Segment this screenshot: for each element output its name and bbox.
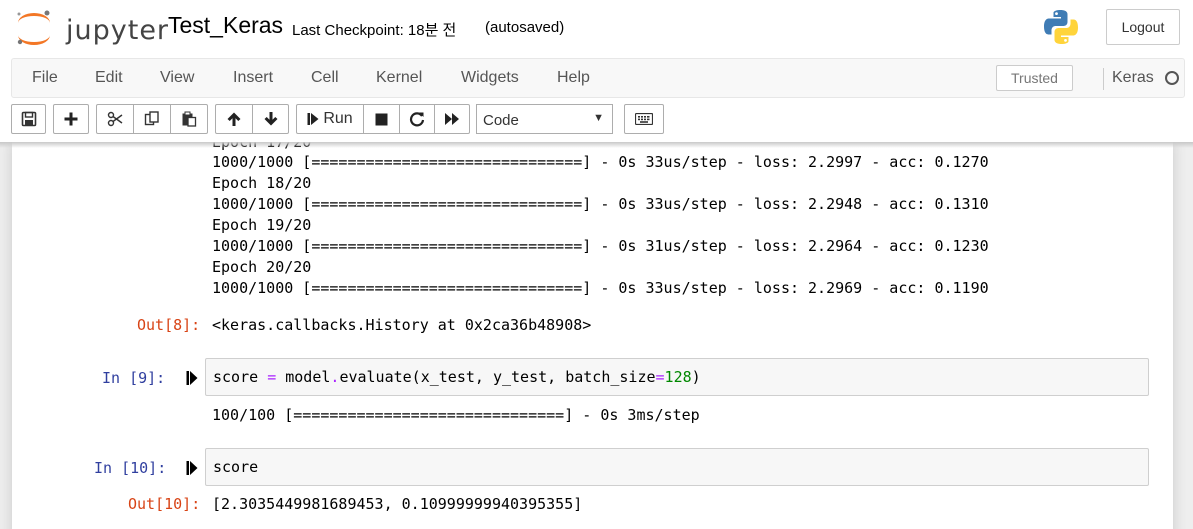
run-label: Run <box>323 110 353 127</box>
move-down-button[interactable] <box>252 104 289 134</box>
code-input-area[interactable]: score <box>205 448 1149 486</box>
menu-kernel[interactable]: Kernel <box>376 69 422 87</box>
stream-output-line: Epoch 18/20 <box>212 174 312 192</box>
cell-type-value: Code <box>483 112 519 129</box>
out-prompt: Out[10]: <box>128 495 201 513</box>
stream-output-line: 100/100 [==============================]… <box>212 406 700 424</box>
scissors-icon <box>107 111 123 127</box>
code-input-area[interactable]: score = model.evaluate(x_test, y_test, b… <box>205 358 1149 396</box>
stream-output-line: 1000/1000 [=============================… <box>212 237 989 255</box>
menu-help[interactable]: Help <box>557 69 590 87</box>
header-shadow <box>0 142 1193 148</box>
menu-widgets[interactable]: Widgets <box>461 69 519 87</box>
code-line: score = model.evaluate(x_test, y_test, b… <box>213 368 701 386</box>
arrow-down-icon <box>264 112 277 126</box>
notebook-name[interactable]: Test_Keras <box>168 12 283 39</box>
python-icon <box>1044 10 1078 44</box>
step-forward-icon <box>307 113 319 125</box>
trusted-indicator[interactable]: Trusted <box>996 65 1073 91</box>
logout-button[interactable]: Logout <box>1106 9 1180 45</box>
restart-button[interactable] <box>399 104 435 134</box>
keyboard-icon <box>635 113 653 125</box>
command-palette-button[interactable] <box>624 104 664 134</box>
execute-result: <keras.callbacks.History at 0x2ca36b4890… <box>212 316 592 334</box>
stream-output-line: 1000/1000 [=============================… <box>212 195 989 213</box>
menu-edit[interactable]: Edit <box>95 69 123 87</box>
stream-output-line: 1000/1000 [=============================… <box>212 279 989 297</box>
stream-output-line: Epoch 20/20 <box>212 258 312 276</box>
paste-button[interactable] <box>170 104 208 134</box>
copy-icon <box>144 111 159 126</box>
notebook-area[interactable]: Epoch 17/20 1000/1000 [=================… <box>0 142 1193 529</box>
menu-cell[interactable]: Cell <box>311 69 339 87</box>
notebook-container: Epoch 17/20 1000/1000 [=================… <box>12 142 1173 529</box>
run-button[interactable]: Run <box>296 104 364 134</box>
menubar: File Edit View Insert Cell Kernel Widget… <box>11 58 1185 98</box>
logo-text: jupyter <box>66 15 170 46</box>
kernel-idle-icon <box>1165 71 1179 85</box>
code-token: score <box>213 368 268 386</box>
checkpoint-status: Last Checkpoint: 18분 전 <box>292 22 457 39</box>
move-up-button[interactable] <box>215 104 253 134</box>
in-prompt: In [9]: <box>102 369 166 387</box>
menu-file[interactable]: File <box>32 69 58 87</box>
run-cell-icon[interactable] <box>186 460 198 476</box>
caret-down-icon: ▼ <box>593 112 604 124</box>
jupyter-logo[interactable]: jupyter <box>14 8 168 48</box>
stop-icon <box>375 113 388 125</box>
code-token: 128 <box>664 368 692 386</box>
save-icon <box>21 111 36 127</box>
execute-result: [2.3035449981689453, 0.10999999940395355… <box>212 495 583 513</box>
header: jupyter Test_Keras Last Checkpoint: 18분 … <box>0 0 1193 142</box>
fast-forward-icon <box>445 113 459 125</box>
interrupt-button[interactable] <box>363 104 400 134</box>
save-button[interactable] <box>11 104 46 134</box>
arrow-up-icon <box>227 112 241 126</box>
stream-output-line: Epoch 19/20 <box>212 216 312 234</box>
stream-output-line: 1000/1000 [=============================… <box>212 153 989 171</box>
menu-insert[interactable]: Insert <box>233 69 273 87</box>
run-cell-icon[interactable] <box>186 370 198 386</box>
code-token: ) <box>691 368 701 386</box>
insert-cell-button[interactable] <box>53 104 89 134</box>
code-token: = <box>655 368 665 386</box>
menu-view[interactable]: View <box>160 69 194 87</box>
copy-button[interactable] <box>133 104 171 134</box>
code-token: evaluate(x_test, y_test, batch_size <box>339 368 656 386</box>
restart-run-all-button[interactable] <box>434 104 470 134</box>
plus-icon <box>64 112 78 126</box>
out-prompt: Out[8]: <box>137 316 201 334</box>
cell-type-select[interactable]: Code ▼ <box>476 104 613 134</box>
kernel-name: Keras <box>1112 69 1154 86</box>
cut-button[interactable] <box>96 104 134 134</box>
code-line: score <box>213 458 259 476</box>
code-token: model <box>276 368 331 386</box>
autosave-status: (autosaved) <box>485 19 565 36</box>
jupyter-logo-icon <box>17 10 50 45</box>
code-token: = <box>267 368 277 386</box>
paste-icon <box>182 111 197 127</box>
menubar-divider <box>1103 68 1104 90</box>
refresh-icon <box>409 112 425 127</box>
in-prompt: In [10]: <box>94 459 167 477</box>
